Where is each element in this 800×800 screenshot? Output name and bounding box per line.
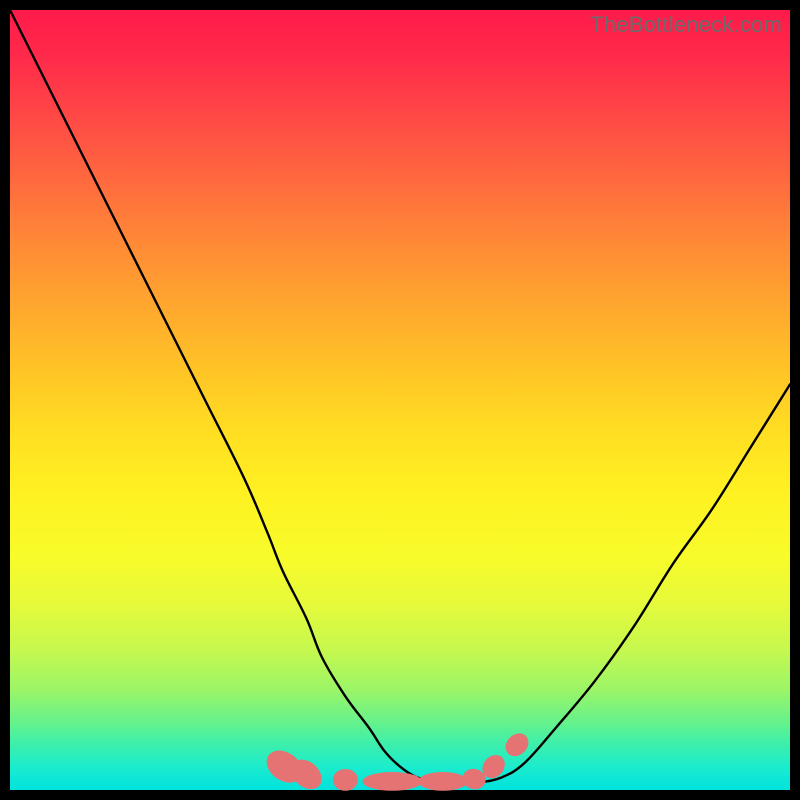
curve-marker [333,769,358,791]
curve-marker [501,729,533,761]
chart-frame: TheBottleneck.com [0,0,800,800]
curve-marker [418,772,468,791]
chart-svg [10,10,790,790]
curve-path [10,10,790,783]
curve-marker [363,772,422,791]
marker-group [261,729,533,795]
